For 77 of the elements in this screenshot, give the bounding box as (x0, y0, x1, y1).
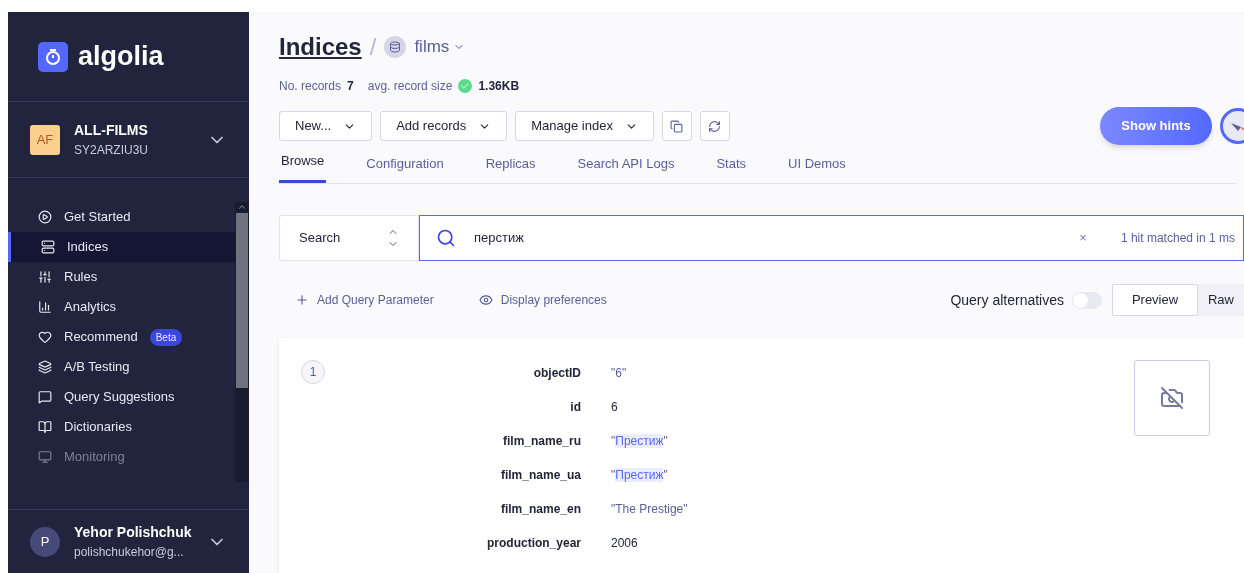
tab[interactable]: Search API Logs (575, 153, 677, 183)
app-id: SY2ARZIU3U (74, 142, 150, 159)
nav-item[interactable]: Dictionaries (8, 412, 235, 442)
app-selector[interactable]: AF ALL-FILMS SY2ARZIU3U (8, 102, 249, 178)
dropdown-button[interactable]: New... (279, 111, 373, 141)
bar-chart-icon (38, 300, 52, 314)
field-value: "Престиж" (611, 467, 668, 484)
tab[interactable]: Stats (714, 153, 748, 183)
breadcrumb-separator: / (369, 32, 377, 62)
user-email: polishchukehor@g... (74, 544, 185, 561)
clear-button[interactable]: × (1079, 228, 1087, 248)
field-value: "The Prestige" (611, 501, 688, 518)
heart-icon (38, 330, 52, 344)
indices-link[interactable]: Indices (279, 29, 362, 65)
field-key: id (325, 398, 611, 416)
scrollbar-thumb[interactable] (236, 213, 248, 388)
stat-label: avg. record size (367, 78, 453, 95)
hits-count: 1 hit matched in 1 ms (1120, 230, 1235, 247)
app-name: ALL-FILMS (74, 121, 149, 140)
field-key: film_name_ua (325, 466, 611, 484)
user-avatar: P (30, 526, 60, 557)
nav-item[interactable]: Recommend Beta (8, 322, 235, 352)
add-query-parameter-button[interactable]: Add Query Parameter (295, 291, 434, 309)
stat-value: 7 (347, 78, 354, 95)
camera-off-icon (1160, 386, 1184, 410)
nav-item[interactable]: A/B Testing (8, 352, 235, 382)
dropdown-button[interactable]: Manage index (515, 111, 654, 141)
field-value: "6" (611, 365, 627, 382)
copy-button[interactable] (661, 111, 692, 141)
refresh-icon (708, 119, 722, 133)
nav-item[interactable]: Get Started (8, 202, 235, 232)
field-value: 6 (611, 399, 618, 416)
sliders-icon (38, 270, 52, 284)
logo-text: algolia (78, 40, 164, 74)
layers-icon (38, 360, 52, 374)
field-key: film_name_en (325, 500, 611, 518)
index-selector[interactable]: films (414, 34, 466, 60)
nav-item[interactable]: Rules (8, 262, 235, 292)
search-mode-select[interactable]: Search (279, 215, 419, 261)
display-preferences-button[interactable]: Display preferences (478, 291, 607, 309)
app-avatar: AF (30, 124, 60, 155)
stat-label: No. records (279, 78, 342, 95)
monitor-icon (38, 450, 52, 464)
beta-badge: Beta (149, 328, 183, 346)
field-key: objectID (325, 364, 611, 382)
nav-item[interactable]: Query Suggestions (8, 382, 235, 412)
tab[interactable]: Configuration (364, 153, 446, 183)
scroll-up-icon[interactable] (237, 202, 247, 212)
nav-item[interactable]: Indices (8, 232, 235, 262)
search-field[interactable]: перстиж × 1 hit matched in 1 ms (419, 215, 1244, 261)
chat-icon (38, 390, 52, 404)
query-alternatives-label: Query alternatives (950, 290, 1064, 310)
database-icon (384, 36, 407, 58)
stat-value: 1.36KB (478, 78, 520, 95)
eye-icon (478, 293, 493, 307)
server-icon (41, 240, 55, 254)
tab[interactable]: Replicas (483, 153, 538, 183)
show-hints-button[interactable]: Show hints (1100, 107, 1212, 145)
tab[interactable]: UI Demos (786, 153, 848, 183)
field-value: "Престиж" (611, 433, 668, 450)
search-icon (436, 228, 456, 248)
record-number: 1 (301, 360, 325, 384)
tab[interactable]: Browse (279, 150, 327, 183)
plus-icon (295, 293, 309, 307)
field-value: 2006 (611, 535, 638, 552)
field-key: film_name_ru (325, 432, 611, 450)
view-toggle[interactable]: Raw (1198, 284, 1244, 316)
refresh-button[interactable] (699, 111, 730, 141)
book-icon (38, 420, 52, 434)
stopwatch-logo-icon (38, 41, 68, 72)
play-icon (38, 210, 52, 224)
dropdown-button[interactable]: Add records (380, 111, 508, 141)
field-key: production_year (325, 534, 611, 552)
copy-icon (670, 119, 684, 133)
user-name: Yehor Polishchuk (74, 523, 193, 542)
view-toggle[interactable]: Preview (1112, 284, 1198, 316)
nav-item[interactable]: Analytics (8, 292, 235, 322)
